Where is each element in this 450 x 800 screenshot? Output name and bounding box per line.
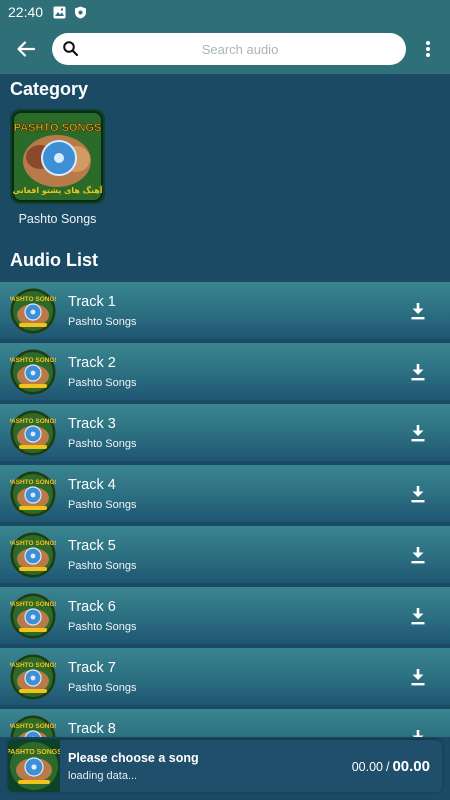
track-subtitle: Pashto Songs	[68, 620, 137, 633]
status-bar: 22:40	[0, 0, 450, 24]
list-item[interactable]: PASHTO SONGS Track 6 Pashto Songs	[0, 587, 450, 644]
arrow-left-icon	[17, 41, 36, 57]
track-subtitle: Pashto Songs	[68, 376, 137, 389]
track-thumb-title: PASHTO SONGS	[10, 418, 56, 425]
download-button[interactable]	[398, 596, 438, 636]
player-thumbnail: PASHTO SONGS	[8, 740, 62, 792]
list-item[interactable]: PASHTO SONGS Track 3 Pashto Songs	[0, 404, 450, 461]
download-icon	[411, 485, 425, 502]
track-thumbnail: PASHTO SONGS	[7, 471, 60, 517]
download-button[interactable]	[398, 352, 438, 392]
download-button[interactable]	[398, 291, 438, 331]
more-vertical-icon	[426, 41, 430, 57]
list-item[interactable]: PASHTO SONGS Track 5 Pashto Songs	[0, 526, 450, 583]
list-item[interactable]: PASHTO SONGS Track 1 Pashto Songs	[0, 282, 450, 339]
app-bar	[0, 24, 450, 74]
download-button[interactable]	[398, 718, 438, 737]
track-subtitle: Pashto Songs	[68, 498, 137, 511]
list-item[interactable]: PASHTO SONGS Track 2 Pashto Songs	[0, 343, 450, 400]
track-thumbnail: PASHTO SONGS	[7, 593, 60, 639]
search-icon	[62, 40, 80, 58]
track-title: Track 8	[68, 720, 116, 737]
download-button[interactable]	[398, 657, 438, 697]
track-thumb-title: PASHTO SONGS	[10, 479, 56, 486]
status-time: 22:40	[8, 4, 44, 20]
track-title: Track 2	[68, 354, 116, 371]
track-title: Track 6	[68, 598, 116, 615]
audio-list: PASHTO SONGS Track 1 Pashto Songs PASH	[0, 282, 450, 737]
player-thumb-title: PASHTO SONGS	[8, 749, 60, 756]
search-box[interactable]	[52, 33, 406, 65]
track-title: Track 5	[68, 537, 116, 554]
track-title: Track 7	[68, 659, 116, 676]
track-title: Track 4	[68, 476, 116, 493]
track-subtitle: Pashto Songs	[68, 681, 137, 694]
mini-player[interactable]: PASHTO SONGS Please choose a song loadin…	[8, 740, 442, 792]
track-thumb-title: PASHTO SONGS	[10, 662, 56, 669]
search-input[interactable]	[84, 41, 396, 57]
category-card-pashto-songs[interactable]: PASHTO SONGS آهنگ های پشتو افغانی Pashto…	[10, 109, 105, 226]
player-total-time: 00.00	[392, 757, 430, 775]
shield-icon	[74, 6, 87, 19]
track-thumb-title: PASHTO SONGS	[10, 540, 56, 547]
track-title: Track 1	[68, 293, 116, 310]
category-thumbnail: PASHTO SONGS آهنگ های پشتو افغانی	[10, 109, 105, 204]
list-item[interactable]: PASHTO SONGS Track 4 Pashto Songs	[0, 465, 450, 522]
track-thumb-title: PASHTO SONGS	[10, 723, 56, 730]
more-options-button[interactable]	[406, 24, 450, 74]
category-thumb-title: PASHTO SONGS	[14, 122, 102, 134]
category-thumb-subtitle: آهنگ های پشتو افغانی	[12, 185, 102, 195]
download-button[interactable]	[398, 535, 438, 575]
list-item[interactable]: PASHTO SONGS Track 7 Pashto Songs	[0, 648, 450, 705]
download-icon	[411, 607, 425, 624]
player-time: 00.00/00.00	[352, 758, 430, 775]
download-icon	[411, 302, 425, 319]
track-thumbnail: PASHTO SONGS	[7, 715, 60, 737]
image-icon	[53, 6, 66, 19]
category-label: Pashto Songs	[18, 212, 97, 226]
player-status: loading data...	[68, 769, 138, 782]
download-icon	[411, 424, 425, 441]
download-button[interactable]	[398, 413, 438, 453]
track-thumb-title: PASHTO SONGS	[10, 601, 56, 608]
player-current-time: 00.00	[351, 759, 383, 774]
download-button[interactable]	[398, 474, 438, 514]
track-thumb-title: PASHTO SONGS	[10, 357, 56, 364]
track-subtitle: Pashto Songs	[68, 559, 137, 572]
track-thumbnail: PASHTO SONGS	[7, 532, 60, 578]
track-title: Track 3	[68, 415, 116, 432]
audio-list-section-title: Audio List	[10, 250, 98, 270]
download-icon	[412, 729, 424, 737]
track-subtitle: Pashto Songs	[68, 315, 137, 328]
category-section-title: Category	[10, 79, 89, 99]
back-button[interactable]	[0, 24, 52, 74]
track-thumbnail: PASHTO SONGS	[7, 654, 60, 700]
track-thumbnail: PASHTO SONGS	[7, 288, 60, 334]
list-item[interactable]: PASHTO SONGS Track 8 Pashto Songs	[0, 709, 450, 737]
download-icon	[411, 363, 425, 380]
download-icon	[411, 668, 425, 685]
track-thumbnail: PASHTO SONGS	[7, 410, 60, 456]
track-thumb-title: PASHTO SONGS	[10, 296, 56, 303]
player-time-separator: /	[385, 759, 390, 774]
download-icon	[411, 546, 425, 563]
track-subtitle: Pashto Songs	[68, 437, 137, 450]
track-thumbnail: PASHTO SONGS	[7, 349, 60, 395]
player-title: Please choose a song	[68, 750, 199, 765]
